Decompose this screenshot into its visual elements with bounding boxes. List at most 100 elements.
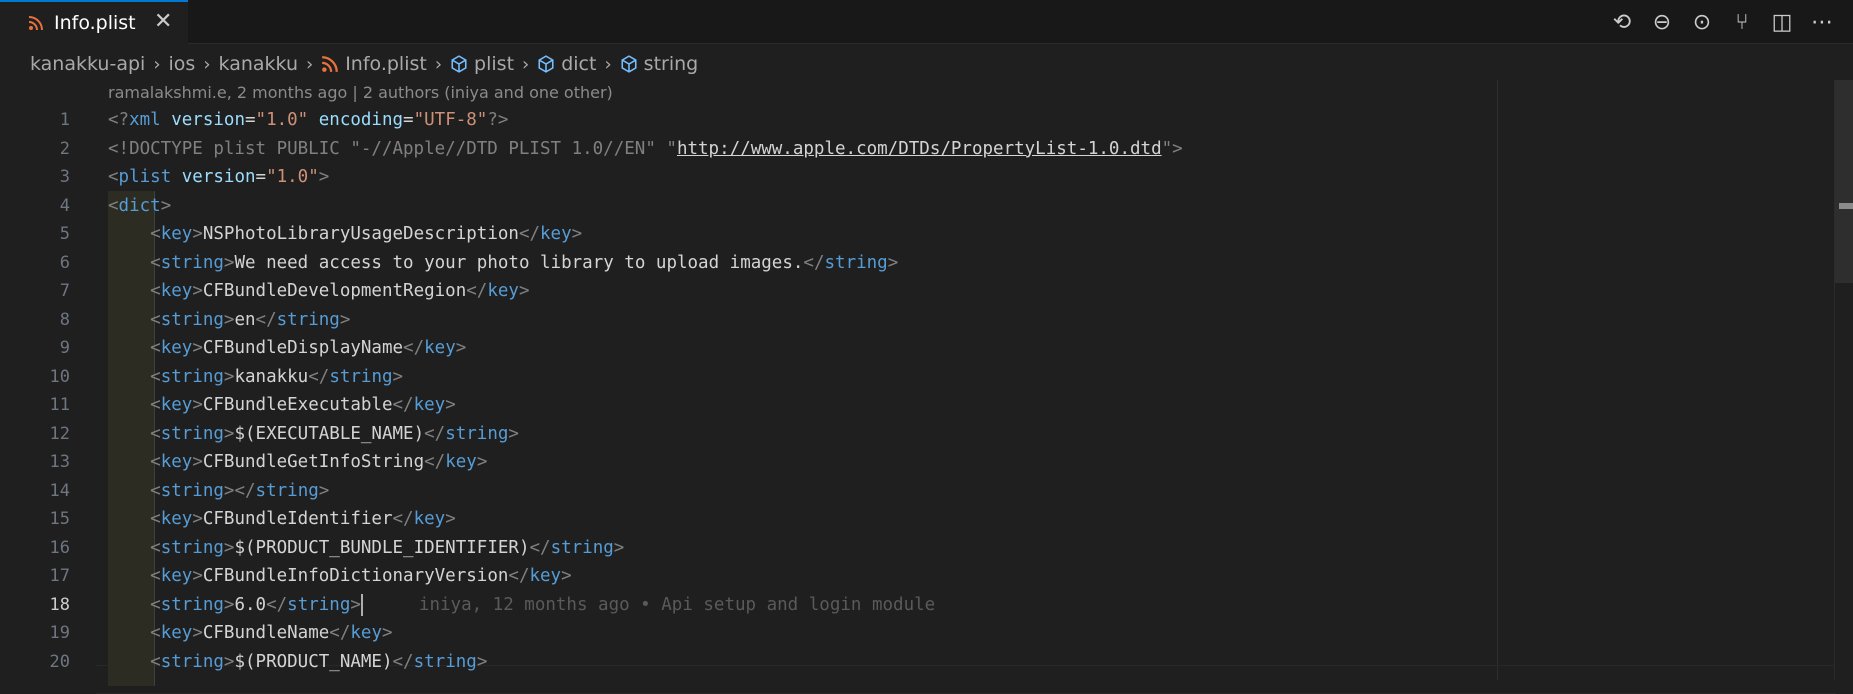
token-tag: key (160, 224, 193, 244)
doctype-link[interactable]: http://www.apple.com/DTDs/PropertyList-1… (677, 139, 1162, 159)
token-tag: string (160, 651, 224, 672)
token-punct: </ (392, 509, 414, 529)
vertical-scrollbar[interactable] (1834, 80, 1853, 680)
token-punct: </ (424, 423, 446, 444)
token-text: kanakku (234, 366, 309, 387)
token-text: $(EXECUTABLE_NAME) (234, 423, 425, 444)
token-tag: string (276, 309, 340, 330)
line-number: 3 (59, 167, 70, 187)
token-tag: string (160, 423, 224, 444)
code-line: <string></string> (108, 477, 1823, 506)
breadcrumb-label: plist (474, 53, 515, 75)
open-changes-icon[interactable]: ⟲ (1609, 9, 1635, 35)
code-line: <key>CFBundleIdentifier</key> (108, 505, 1823, 534)
token-punct: > (381, 623, 393, 643)
token-punct: </ (466, 281, 488, 301)
token-punct: > (887, 252, 899, 273)
token-tag: string (160, 309, 224, 330)
token-tag: string (329, 366, 393, 387)
token-tag: key (529, 566, 562, 586)
token-text: CFBundleIdentifier (202, 509, 393, 529)
token-punct: < (150, 423, 161, 444)
token-punct: </ (266, 594, 288, 615)
token-punct: < (150, 480, 161, 501)
token-punct: </ (803, 252, 825, 273)
token-tag: key (413, 395, 446, 415)
token-punct: > (561, 566, 572, 586)
breadcrumb-label: dict (561, 53, 597, 75)
line-number-gutter: 1 2 3 4 5 6 7 8 9 10 11 12 13 14 15 16 1… (0, 106, 90, 676)
chevron-right-icon: › (153, 53, 161, 75)
code-line: <key>CFBundleGetInfoString</key> (108, 448, 1823, 477)
breadcrumb-dict[interactable]: dict (537, 53, 596, 75)
line-number: 16 (49, 537, 70, 558)
line-number: 4 (59, 195, 70, 216)
token-text: CFBundleGetInfoString (202, 452, 425, 472)
split-editor-icon[interactable]: ◫ (1769, 9, 1795, 35)
breadcrumb-ios[interactable]: ios (169, 53, 196, 75)
close-icon[interactable]: ✕ (154, 11, 172, 33)
token-punct: </ (329, 623, 351, 643)
token-punct: </ (234, 480, 256, 501)
line-number: 15 (49, 509, 70, 529)
token-punct: > (350, 594, 361, 615)
token-text: CFBundleName (202, 623, 330, 643)
codelens-blame[interactable]: ramalakshmi.e, 2 months ago | 2 authors … (108, 83, 613, 102)
code-line: <string>$(PRODUCT_BUNDLE_IDENTIFIER)</st… (108, 534, 1823, 563)
token-punct: = (244, 110, 256, 130)
inline-blame[interactable]: iniya, 12 months ago • Api setup and log… (419, 595, 935, 615)
previous-change-icon[interactable]: ⊖ (1649, 9, 1675, 35)
code-line: <dict> (108, 192, 1823, 221)
token-tag: plist (118, 167, 172, 187)
token-attr: version (171, 167, 256, 187)
code-line: <?xml version="1.0" encoding="UTF-8"?> (108, 106, 1823, 135)
token-tag: xml (129, 110, 161, 130)
breadcrumb-label: Info.plist (345, 53, 427, 75)
token-punct: <? (108, 110, 130, 130)
token-tag: string (160, 366, 224, 387)
breadcrumb-kanakku[interactable]: kanakku (219, 53, 298, 75)
token-punct: > (518, 281, 530, 301)
next-change-icon[interactable]: ⊙ (1689, 9, 1715, 35)
line-number: 13 (49, 452, 70, 472)
tab-info-plist[interactable]: Info.plist ✕ (0, 0, 188, 44)
code-editor[interactable]: ramalakshmi.e, 2 months ago | 2 authors … (0, 80, 1853, 694)
token-punct: > (192, 395, 203, 415)
token-tag: key (424, 338, 456, 358)
token-punct: </ (255, 309, 277, 330)
token-punct: < (150, 566, 161, 586)
line-number: 10 (49, 366, 70, 387)
token-punct: "> (1161, 138, 1183, 159)
code-line: <!DOCTYPE plist PUBLIC "-//Apple//DTD PL… (108, 135, 1823, 164)
line-number: 9 (59, 338, 70, 358)
breadcrumb-info-plist[interactable]: Info.plist (321, 53, 427, 75)
line-number: 6 (59, 252, 70, 273)
token-tag: key (413, 509, 446, 529)
line-number: 17 (49, 566, 70, 586)
token-tag: key (160, 281, 193, 301)
tab-label: Info.plist (54, 12, 136, 34)
line-number: 7 (59, 281, 70, 301)
code-content[interactable]: <?xml version="1.0" encoding="UTF-8"?> <… (108, 106, 1823, 676)
token-tag: key (160, 338, 193, 358)
chevron-right-icon: › (604, 53, 612, 75)
token-tag: string (550, 537, 614, 558)
token-punct: > (223, 594, 235, 615)
token-punct: < (150, 594, 161, 615)
line-number: 11 (49, 395, 70, 415)
token-punct: = (403, 110, 414, 130)
scrollbar-thumb[interactable] (1835, 80, 1853, 283)
token-punct: > (445, 395, 456, 415)
git-graph-icon[interactable]: ⑂ (1729, 9, 1755, 35)
token-text: CFBundleInfoDictionaryVersion (202, 566, 509, 586)
more-actions-icon[interactable]: ⋯ (1809, 9, 1835, 35)
line-number: 1 (59, 110, 70, 130)
breadcrumb-kanakku-api[interactable]: kanakku-api (30, 53, 145, 75)
token-punct: > (392, 366, 404, 387)
code-line: <key>NSPhotoLibraryUsageDescription</key… (108, 220, 1823, 249)
breadcrumb-string[interactable]: string (620, 53, 698, 75)
code-line-active: <string>6.0</string> iniya, 12 months ago… (108, 591, 1823, 620)
token-punct: > (476, 452, 488, 472)
token-punct: > (223, 537, 235, 558)
breadcrumb-plist[interactable]: plist (450, 53, 514, 75)
